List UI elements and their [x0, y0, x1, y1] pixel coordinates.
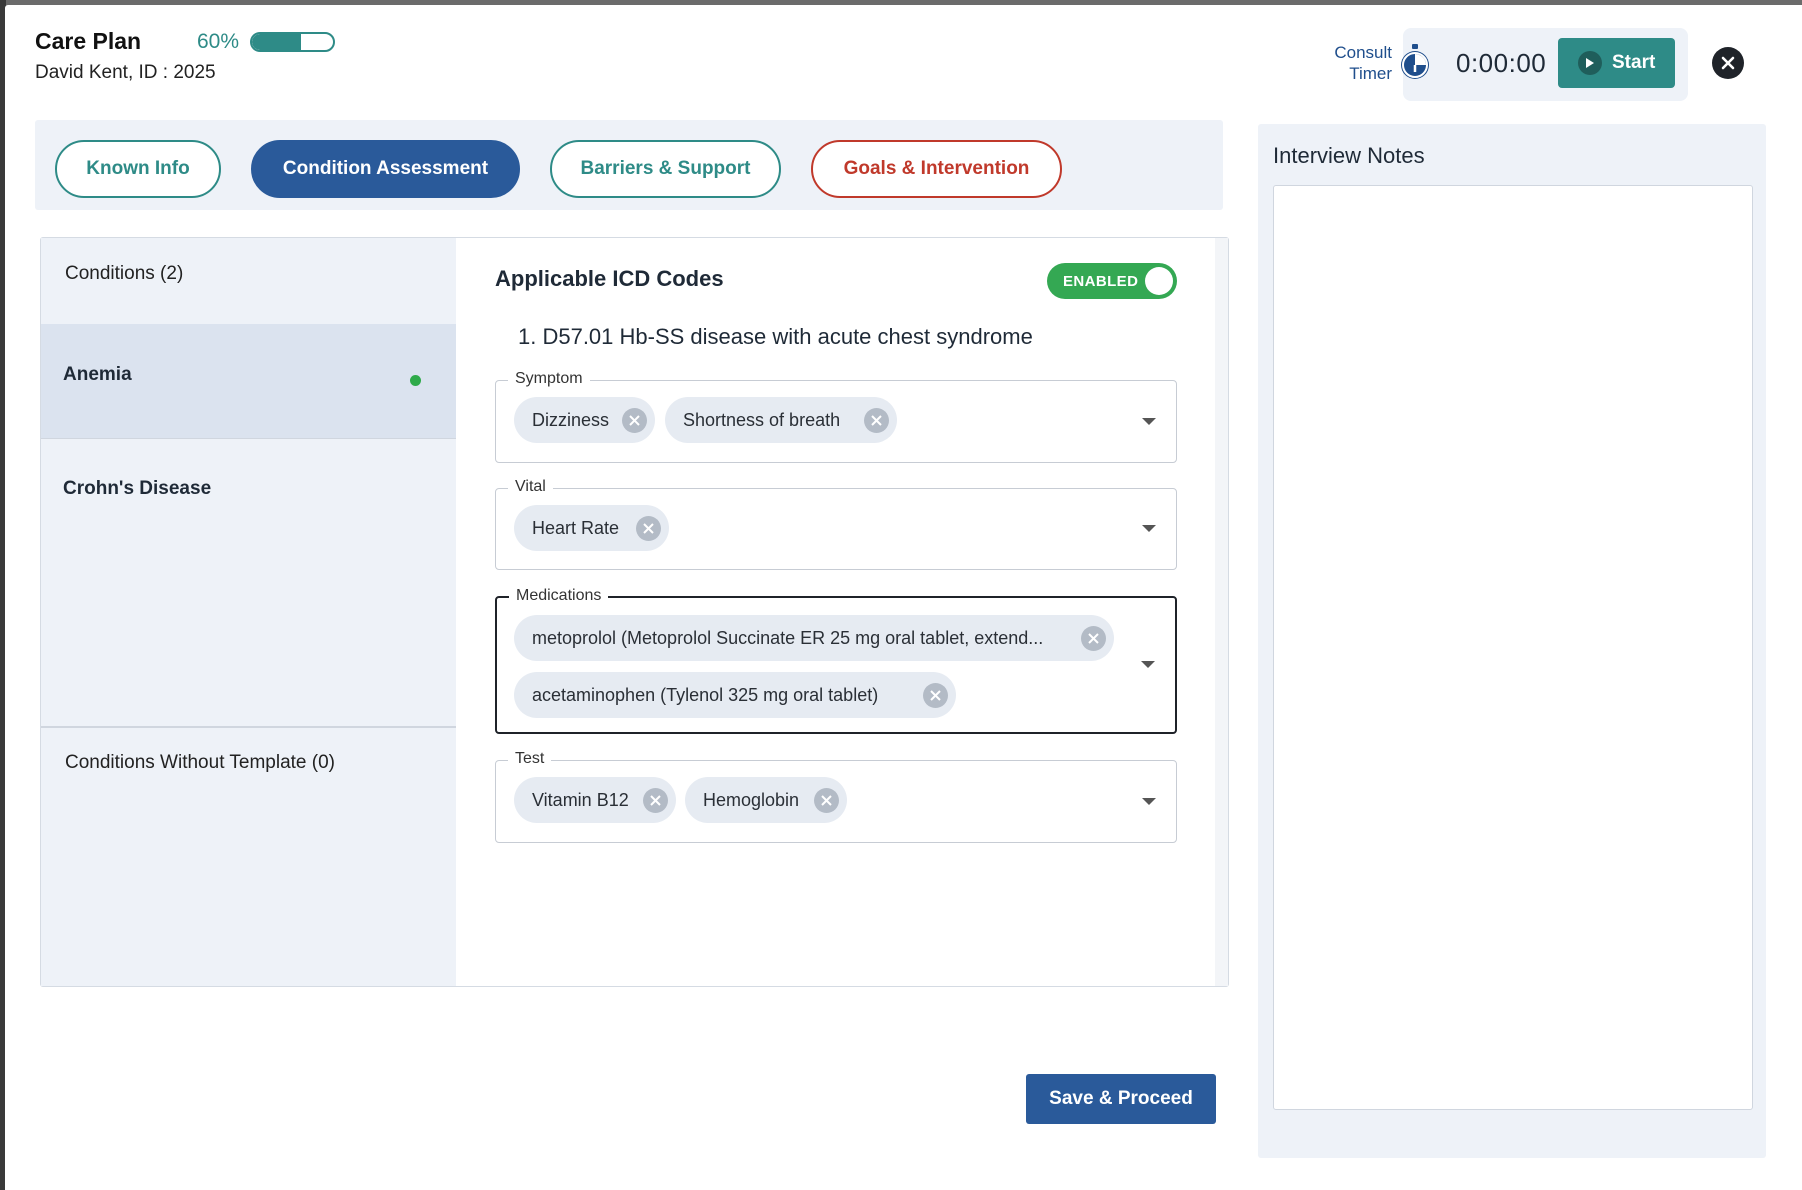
symptom-select[interactable]: Symptom Dizziness Shortness of breath: [495, 370, 1177, 463]
start-timer-label: Start: [1612, 52, 1656, 73]
condition-label-crohns[interactable]: Crohn's Disease: [63, 478, 211, 500]
vital-legend: Vital: [508, 478, 553, 496]
vital-select[interactable]: Vital Heart Rate: [495, 478, 1177, 570]
chip-vitamin-b12: Vitamin B12: [514, 777, 676, 823]
patient-info: David Kent, ID : 2025: [35, 62, 216, 83]
interview-notes-title: Interview Notes: [1273, 143, 1425, 168]
chip-label: Dizziness: [532, 409, 610, 430]
page-title: Care Plan: [35, 28, 142, 54]
tab-known-info[interactable]: Known Info: [55, 140, 221, 198]
remove-chip-icon[interactable]: [814, 788, 839, 813]
save-proceed-button[interactable]: Save & Proceed: [1026, 1074, 1216, 1124]
chip-label: acetaminophen (Tylenol 325 mg oral table…: [532, 684, 879, 705]
chevron-down-icon[interactable]: [1142, 418, 1156, 425]
remove-chip-icon[interactable]: [636, 516, 661, 541]
progress-bar-fill: [252, 34, 301, 50]
start-timer-button[interactable]: Start: [1558, 38, 1675, 88]
scrollbar[interactable]: [1215, 238, 1228, 986]
chip-acetaminophen: acetaminophen (Tylenol 325 mg oral table…: [514, 672, 956, 718]
symptom-legend: Symptom: [508, 370, 590, 388]
tab-goals-intervention[interactable]: Goals & Intervention: [811, 140, 1062, 198]
chip-label: Heart Rate: [532, 517, 620, 538]
chip-dizziness: Dizziness: [514, 397, 655, 443]
remove-chip-icon[interactable]: [643, 788, 668, 813]
toggle-knob: [1145, 267, 1173, 295]
chevron-down-icon[interactable]: [1141, 661, 1155, 668]
remove-chip-icon[interactable]: [1081, 626, 1106, 651]
timer-value: 0:00:00: [1456, 48, 1547, 78]
chevron-down-icon[interactable]: [1142, 525, 1156, 532]
chevron-down-icon[interactable]: [1142, 798, 1156, 805]
conditions-without-template: Conditions Without Template (0): [65, 752, 335, 773]
chip-shortness-of-breath: Shortness of breath: [665, 397, 897, 443]
stopwatch-icon: [1398, 42, 1432, 82]
icd-code-item: 1. D57.01 Hb-SS disease with acute chest…: [518, 324, 1033, 349]
medications-select[interactable]: Medications metoprolol (Metoprolol Succi…: [495, 587, 1177, 734]
consult-timer-label: Consult Timer: [1334, 43, 1392, 83]
toggle-label: ENABLED: [1063, 272, 1139, 290]
chip-metoprolol: metoprolol (Metoprolol Succinate ER 25 m…: [514, 615, 1114, 661]
status-dot: [410, 375, 421, 386]
conditions-header: Conditions (2): [65, 263, 184, 284]
test-legend: Test: [508, 750, 552, 768]
test-select[interactable]: Test Vitamin B12 Hemoglobin: [495, 750, 1177, 843]
divider: [41, 726, 456, 728]
chip-hemoglobin: Hemoglobin: [685, 777, 847, 823]
progress-percent: 60%: [197, 30, 240, 53]
chip-label: Vitamin B12: [532, 789, 629, 810]
play-icon: [1578, 51, 1602, 75]
close-icon[interactable]: [1712, 47, 1744, 79]
tab-barriers-support[interactable]: Barriers & Support: [550, 140, 781, 198]
remove-chip-icon[interactable]: [622, 408, 647, 433]
icd-codes-title: Applicable ICD Codes: [495, 266, 724, 291]
condition-label-anemia[interactable]: Anemia: [63, 364, 132, 386]
interview-notes-textarea[interactable]: [1273, 185, 1753, 1110]
icd-enabled-toggle[interactable]: ENABLED: [1047, 263, 1177, 299]
tab-condition-assessment[interactable]: Condition Assessment: [251, 140, 520, 198]
chip-label: Shortness of breath: [683, 409, 841, 430]
chip-heart-rate: Heart Rate: [514, 505, 669, 551]
divider: [41, 438, 456, 439]
medications-legend: Medications: [509, 587, 609, 605]
remove-chip-icon[interactable]: [864, 408, 889, 433]
chip-label: Hemoglobin: [703, 789, 800, 810]
chip-label: metoprolol (Metoprolol Succinate ER 25 m…: [532, 627, 1044, 648]
progress-bar: [250, 32, 335, 52]
remove-chip-icon[interactable]: [923, 683, 948, 708]
